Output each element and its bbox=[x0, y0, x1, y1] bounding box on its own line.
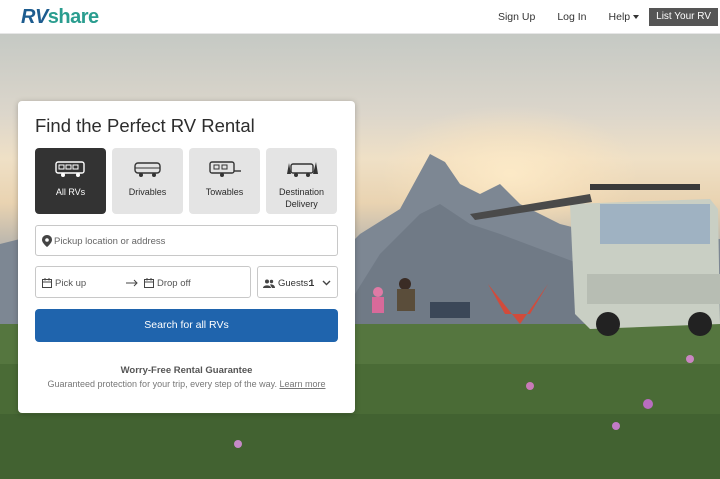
rv-type-towables-label: Towables bbox=[205, 187, 244, 197]
rv-type-all-label: All RVs bbox=[55, 187, 86, 197]
towable-trailer-icon bbox=[208, 161, 241, 177]
rv-type-drivables-label: Drivables bbox=[128, 187, 167, 197]
rvshare-logo[interactable]: RVshare bbox=[21, 6, 99, 29]
log-in-link[interactable]: Log In bbox=[557, 11, 586, 23]
guests-label: Guests: bbox=[278, 278, 311, 289]
logo-rv-text: RV bbox=[21, 6, 48, 28]
top-navbar: RVshare Sign Up Log In Help List Your RV bbox=[0, 0, 720, 34]
rv-type-all[interactable]: All RVs bbox=[35, 148, 106, 214]
rv-type-towables[interactable]: Towables bbox=[189, 148, 260, 214]
delivery-icon bbox=[286, 162, 318, 177]
guarantee-title: Worry-Free Rental Guarantee bbox=[120, 365, 253, 376]
help-menu[interactable]: Help bbox=[609, 11, 640, 23]
chevron-down-icon bbox=[633, 15, 640, 20]
search-button[interactable]: Search for all RVs bbox=[35, 309, 338, 342]
learn-more-link[interactable]: Learn more bbox=[279, 379, 325, 389]
calendar-icon bbox=[144, 278, 154, 288]
chevron-down-icon bbox=[322, 280, 331, 286]
calendar-icon bbox=[42, 278, 52, 288]
rv-search-card: Find the Perfect RV Rental All RVs Driva… bbox=[18, 101, 355, 413]
guarantee-description: Guaranteed protection for your trip, eve… bbox=[47, 379, 277, 389]
rv-type-drivables[interactable]: Drivables bbox=[112, 148, 183, 214]
rv-type-destination-delivery[interactable]: Destination Delivery bbox=[266, 148, 337, 214]
guests-count: 1 bbox=[309, 278, 315, 289]
guests-selector[interactable]: Guests: 1 bbox=[257, 266, 338, 298]
location-placeholder: Pickup location or address bbox=[54, 236, 166, 247]
pickup-location-input[interactable]: Pickup location or address bbox=[35, 225, 338, 256]
date-range-picker[interactable]: Pick up Drop off bbox=[35, 266, 251, 298]
guarantee-text: Guaranteed protection for your trip, eve… bbox=[18, 379, 355, 389]
list-your-rv-button[interactable]: List Your RV bbox=[649, 8, 718, 26]
pickup-date-field[interactable]: Pick up bbox=[55, 278, 86, 289]
all-rvs-icon bbox=[54, 161, 85, 177]
search-card-title: Find the Perfect RV Rental bbox=[35, 115, 255, 136]
guests-icon bbox=[263, 279, 275, 288]
help-label: Help bbox=[608, 11, 631, 23]
nav-links: Sign Up Log In Help List Your RV bbox=[498, 0, 720, 34]
rv-type-destination-delivery-label: Destination Delivery bbox=[278, 187, 325, 209]
sign-up-link[interactable]: Sign Up bbox=[498, 11, 535, 23]
drivable-rv-icon bbox=[133, 162, 161, 177]
arrow-right-icon bbox=[126, 279, 138, 287]
map-pin-icon bbox=[42, 235, 52, 247]
dropoff-date-field[interactable]: Drop off bbox=[157, 278, 191, 289]
logo-share-text: share bbox=[47, 6, 99, 28]
